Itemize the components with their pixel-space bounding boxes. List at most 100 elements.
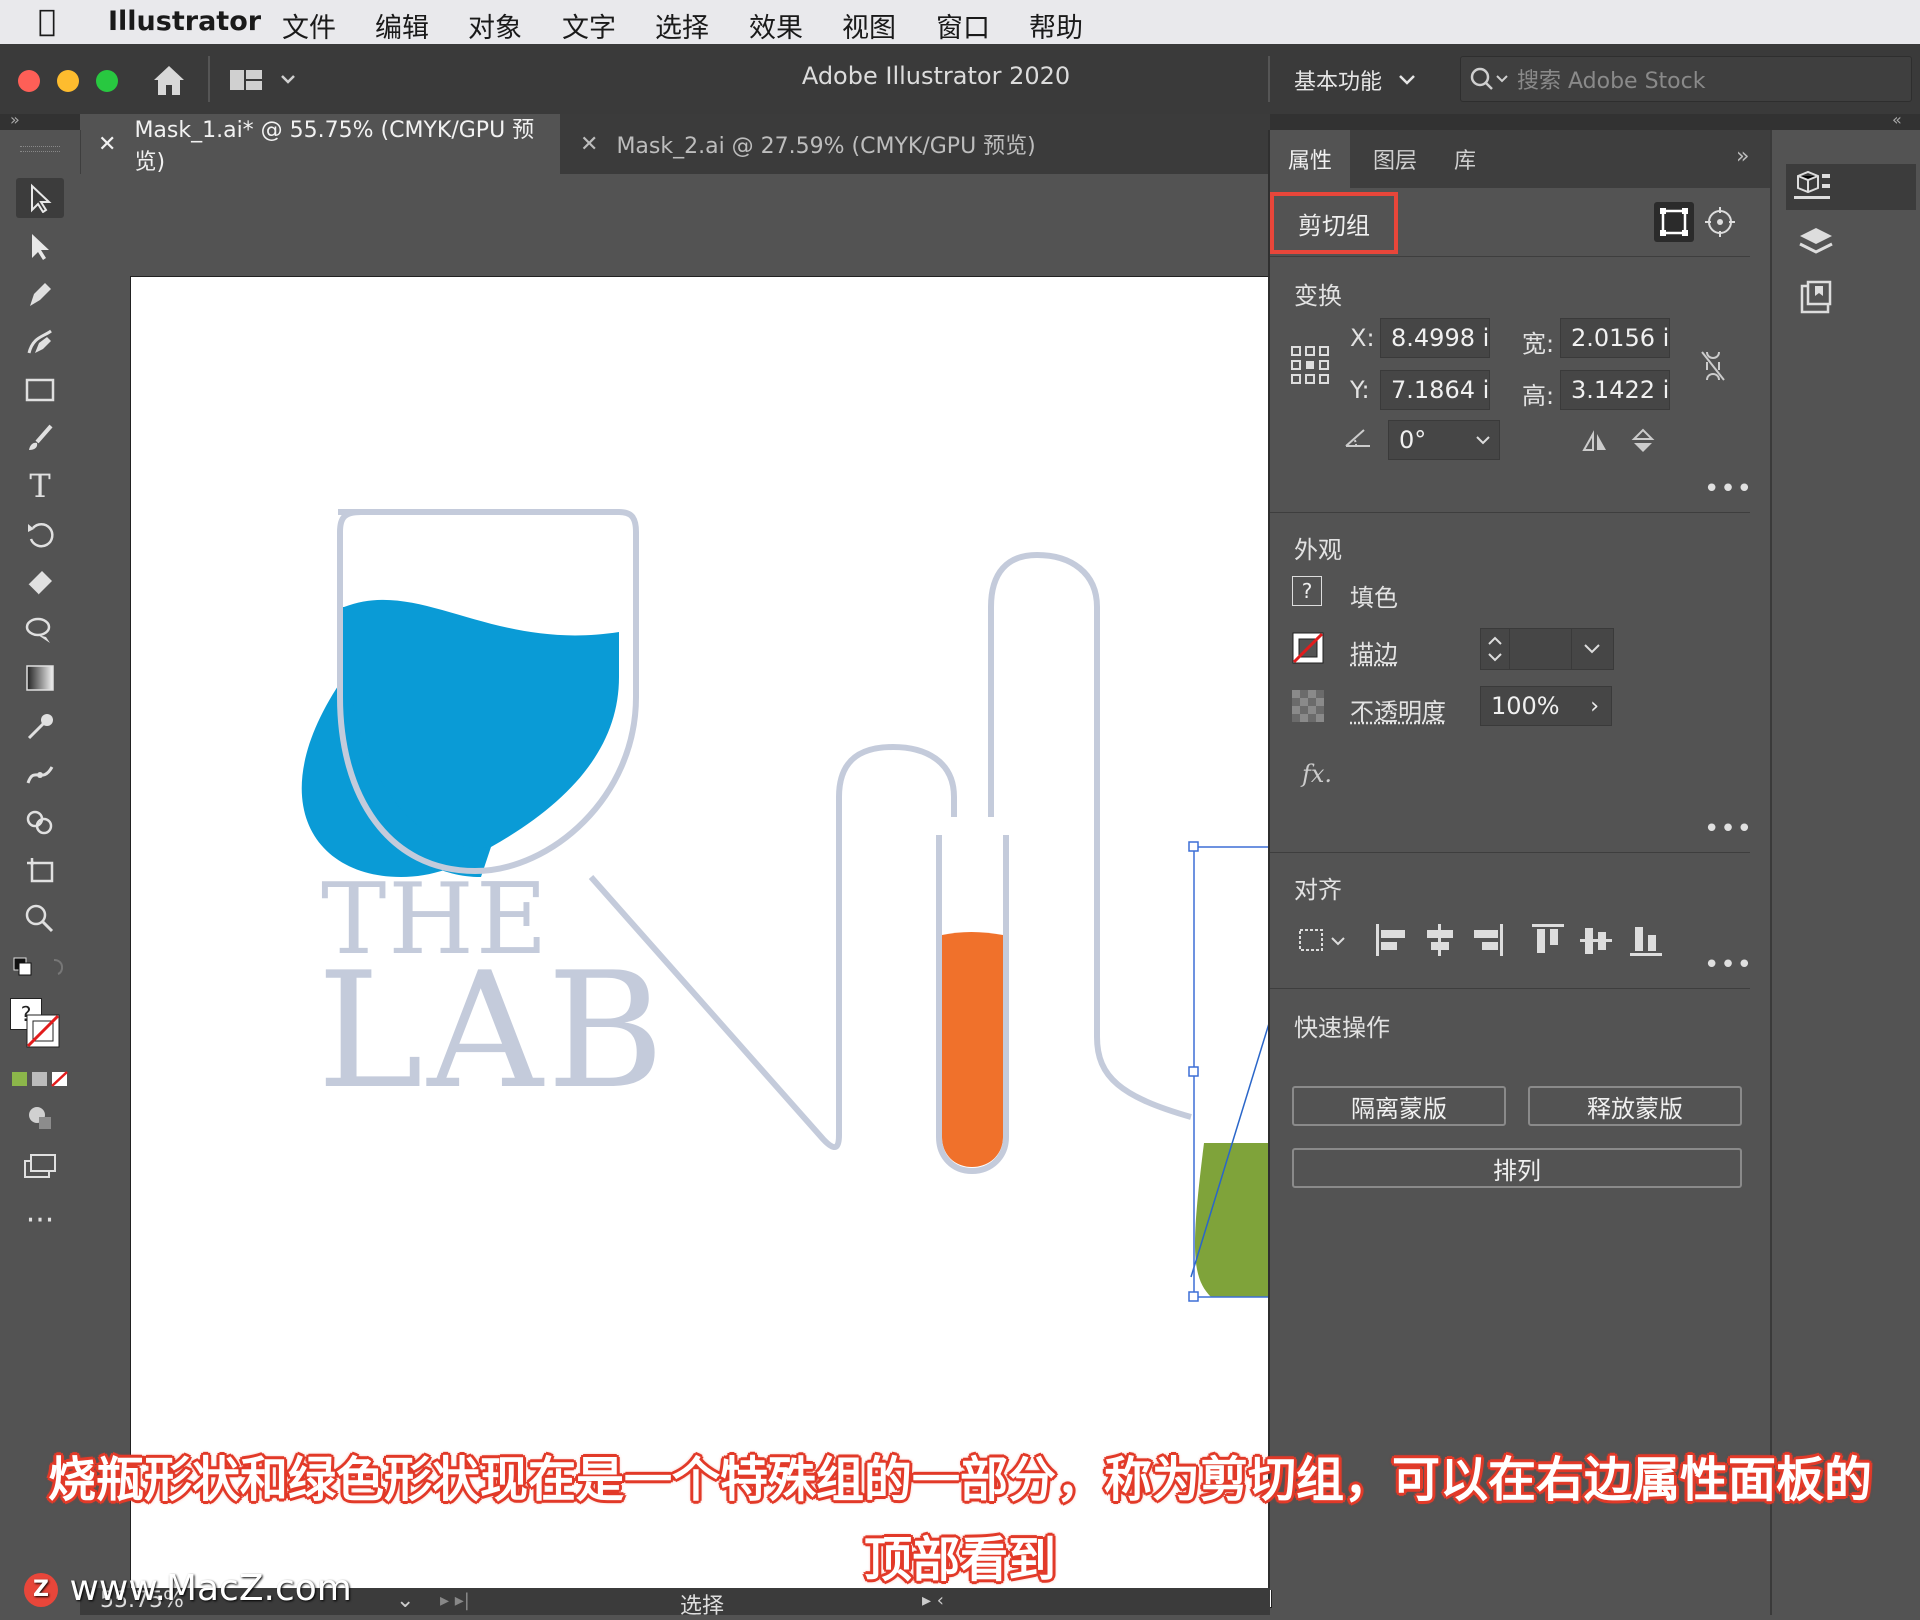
target-icon [1700,202,1740,242]
menu-effect[interactable]: 效果 [749,6,803,45]
menu-window[interactable]: 窗口 [936,6,990,45]
release-mask-button[interactable]: 释放蒙版 [1528,1086,1742,1126]
selection-arrow-icon [26,183,54,213]
close-tab-icon[interactable]: ✕ [580,132,598,157]
fill-stroke-swatches[interactable]: ? [10,998,70,1058]
artboard[interactable]: THE LAB [130,276,1272,1608]
gradient-tool[interactable] [16,658,64,698]
dock-properties-button[interactable] [1786,164,1916,210]
curvature-pen-icon [25,327,55,357]
shape-builder-tool[interactable] [16,802,64,842]
swap-fill-stroke[interactable] [10,952,70,988]
align-bottom-icon [1630,927,1662,956]
draw-normal-icon [25,1103,55,1133]
chevron-down-icon [1475,435,1491,447]
zoom-tool[interactable] [16,898,64,938]
opacity-value: 100% [1491,692,1560,720]
color-mode-buttons[interactable] [12,1070,68,1088]
edit-toolbar-icon[interactable]: ··· [16,1200,64,1240]
stroke-weight-field[interactable] [1480,628,1614,670]
flip-vertical-icon[interactable] [1630,426,1656,456]
menu-edit[interactable]: 编辑 [375,6,429,45]
paintbrush-tool[interactable] [16,418,64,458]
effects-fx-button[interactable]: fx. [1302,760,1332,788]
stock-search-input[interactable]: 搜索 Adobe Stock [1460,56,1912,102]
height-field[interactable]: 3.1422 ir [1560,370,1670,410]
tab-libraries[interactable]: 库 [1430,130,1500,188]
height-label: 高: [1522,376,1554,411]
eyedropper-tool[interactable] [16,706,64,746]
tab-mask-1[interactable]: ✕ Mask_1.ai* @ 55.75% (CMYK/GPU 预览) [80,114,560,174]
menu-help[interactable]: 帮助 [1029,6,1083,45]
tab-properties[interactable]: 属性 [1270,130,1350,188]
screen-mode[interactable] [16,1146,64,1186]
layers-icon[interactable] [1796,222,1836,262]
section-divider [1270,256,1750,257]
width-field[interactable]: 2.0156 ir [1560,318,1670,358]
panel-collapse-icon[interactable]: » [1736,144,1749,169]
pen-tool[interactable] [16,274,64,314]
menu-type[interactable]: 文字 [562,6,616,45]
arrange-button[interactable]: 排列 [1292,1148,1742,1188]
rectangle-icon [24,376,56,404]
align-top-icon [1532,924,1564,953]
type-tool[interactable]: T [16,466,64,506]
selection-tool[interactable] [16,178,64,218]
flip-horizontal-icon[interactable] [1580,430,1610,454]
workspace-switcher[interactable]: 基本功能 [1294,64,1416,96]
apple-icon[interactable]:  [38,4,56,39]
transform-more-options[interactable]: ••• [1704,474,1753,504]
libraries-icon[interactable] [1798,280,1834,316]
lasso-icon [24,615,56,645]
menu-view[interactable]: 视图 [842,6,896,45]
reference-point-icon[interactable] [1290,345,1330,385]
appbar-divider-2 [1268,56,1270,102]
drawing-mode[interactable] [16,1098,64,1138]
x-field[interactable]: 8.4998 i [1380,318,1490,358]
rotate-icon [25,519,55,549]
menu-select[interactable]: 选择 [655,6,709,45]
eraser-tool[interactable] [16,562,64,602]
curvature-tool[interactable] [16,322,64,362]
align-right-icon [1474,924,1503,956]
object-type-label: 剪切组 [1270,192,1398,254]
isolate-mask-button[interactable]: 隔离蒙版 [1292,1086,1506,1126]
stroke-color-swatch[interactable] [1292,632,1324,664]
stroke-swatch[interactable] [26,1014,60,1048]
opacity-field[interactable]: 100% › [1480,686,1612,726]
menu-object[interactable]: 对象 [468,6,522,45]
logo-text-lab: LAB [317,937,668,1124]
color-gradient-none-icon [12,1070,68,1088]
y-field[interactable]: 7.1864 i [1380,370,1490,410]
artboard-tool[interactable] [16,850,64,890]
blend-tool[interactable] [16,754,64,794]
lasso-tool[interactable] [16,610,64,650]
constrain-proportions-icon[interactable] [1698,348,1728,384]
rotate-tool[interactable] [16,514,64,554]
fill-color-swatch[interactable]: ? [1292,576,1322,606]
collapse-dock-icon[interactable]: « [1892,110,1902,129]
tab-mask-2[interactable]: ✕ Mask_2.ai @ 27.59% (CMYK/GPU 预览) [562,114,1102,174]
close-tab-icon[interactable]: ✕ [98,132,116,157]
stroke-label[interactable]: 描边 [1350,634,1398,669]
menu-file[interactable]: 文件 [282,6,336,45]
workspace-label: 基本功能 [1294,64,1382,96]
edit-clipping-path-button[interactable] [1654,202,1694,242]
clipping-path-icon [1654,202,1694,242]
opacity-label[interactable]: 不透明度 [1350,692,1446,727]
toolbar-grip[interactable] [20,146,60,152]
align-horizontal-center-icon [1427,924,1453,956]
align-more-options[interactable]: ••• [1704,950,1753,980]
edit-contents-button[interactable] [1700,202,1740,242]
direct-selection-tool[interactable] [16,226,64,266]
section-divider [1270,512,1750,513]
rectangle-tool[interactable] [16,370,64,410]
eraser-icon [24,567,56,597]
expand-toolbar-icon[interactable]: » [10,110,20,129]
tab-layers[interactable]: 图层 [1360,130,1430,188]
glass-tube-tall [991,555,1191,1117]
mac-menubar:  Illustrator 文件 编辑 对象 文字 选择 效果 视图 窗口 帮助 [0,0,1920,44]
appearance-more-options[interactable]: ••• [1704,814,1753,844]
rotation-angle-field[interactable]: 0° [1388,420,1500,460]
menu-app-name[interactable]: Illustrator [108,6,261,37]
